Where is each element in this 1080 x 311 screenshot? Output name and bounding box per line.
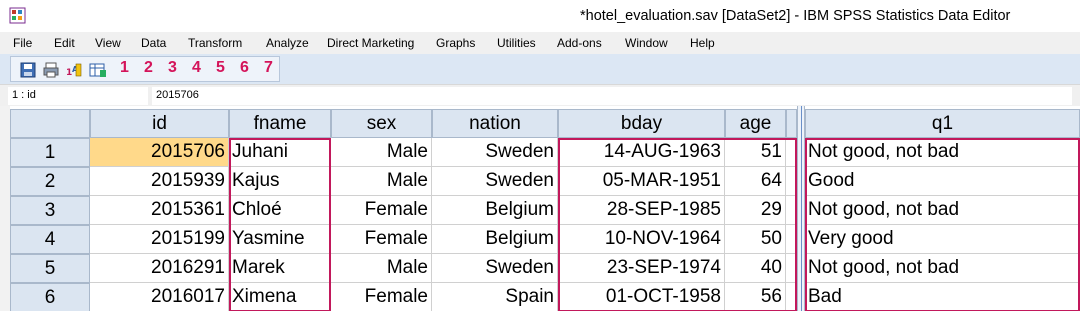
cell-fname[interactable]: Juhani (229, 138, 331, 167)
cell-id[interactable]: 2015939 (90, 167, 229, 196)
split-pane-line (801, 106, 802, 311)
cell-sex[interactable]: Male (331, 167, 432, 196)
cell-id[interactable]: 2016291 (90, 254, 229, 283)
column-header-nation[interactable]: nation (432, 109, 558, 138)
menu-analyze[interactable]: Analyze (266, 36, 309, 50)
menu-utilities[interactable]: Utilities (497, 36, 536, 50)
toolbar-number-5[interactable]: 5 (216, 59, 225, 77)
column-header-bday[interactable]: bday (558, 109, 725, 138)
menu-edit[interactable]: Edit (54, 36, 75, 50)
cell-editor-bar: 1 : id 2015706 (0, 84, 1080, 106)
toolbar-number-4[interactable]: 4 (192, 59, 201, 77)
variable-sets-icon[interactable]: 1 A (65, 61, 83, 79)
cell-bday[interactable]: 05-MAR-1951 (558, 167, 725, 196)
cell-sex[interactable]: Female (331, 196, 432, 225)
grid-gutter (0, 106, 10, 311)
cell-bday[interactable]: 10-NOV-1964 (558, 225, 725, 254)
cell-q1[interactable]: Not good, not bad (805, 196, 1080, 225)
column-header-id[interactable]: id (90, 109, 229, 138)
row-header[interactable]: 2 (10, 167, 90, 196)
cell-nation[interactable]: Spain (432, 283, 558, 311)
menu-file[interactable]: File (13, 36, 32, 50)
cell-age[interactable]: 64 (725, 167, 786, 196)
toolbar-number-1[interactable]: 1 (120, 59, 129, 77)
cell-id[interactable]: 2016017 (90, 283, 229, 311)
cell-bday[interactable]: 23-SEP-1974 (558, 254, 725, 283)
column-header-sex[interactable]: sex (331, 109, 432, 138)
window-title: *hotel_evaluation.sav [DataSet2] - IBM S… (580, 8, 1011, 24)
cell-nation[interactable]: Sweden (432, 167, 558, 196)
print-icon[interactable] (42, 61, 60, 79)
cell-blank[interactable] (786, 196, 797, 225)
row-header[interactable]: 5 (10, 254, 90, 283)
cell-bday[interactable]: 14-AUG-1963 (558, 138, 725, 167)
spss-app-icon[interactable] (9, 7, 26, 24)
grid-corner[interactable] (10, 109, 90, 138)
cell-blank[interactable] (786, 167, 797, 196)
menu-transform[interactable]: Transform (188, 36, 242, 50)
cell-sex[interactable]: Female (331, 283, 432, 311)
cell-q1[interactable]: Very good (805, 225, 1080, 254)
cell-fname[interactable]: Ximena (229, 283, 331, 311)
menu-help[interactable]: Help (690, 36, 715, 50)
cell-nation[interactable]: Belgium (432, 225, 558, 254)
cell-sex[interactable]: Female (331, 225, 432, 254)
cell-value-input[interactable]: 2015706 (152, 87, 1072, 105)
cell-nation[interactable]: Sweden (432, 254, 558, 283)
column-header-q1[interactable]: q1 (805, 109, 1080, 138)
cell-age[interactable]: 51 (725, 138, 786, 167)
cell-blank[interactable] (786, 254, 797, 283)
cell-q1[interactable]: Good (805, 167, 1080, 196)
column-header-fname[interactable]: fname (229, 109, 331, 138)
cell-blank[interactable] (786, 283, 797, 311)
cell-fname[interactable]: Yasmine (229, 225, 331, 254)
toolbar: 1 A 1 2 3 4 5 6 7 (0, 54, 1080, 84)
cell-nation[interactable]: Sweden (432, 138, 558, 167)
row-header[interactable]: 3 (10, 196, 90, 225)
cell-q1[interactable]: Bad (805, 283, 1080, 311)
cell-sex[interactable]: Male (331, 254, 432, 283)
save-icon[interactable] (19, 61, 37, 79)
column-header-age[interactable]: age (725, 109, 786, 138)
menu-add-ons[interactable]: Add-ons (557, 36, 602, 50)
cell-blank[interactable] (786, 225, 797, 254)
cell-fname[interactable]: Kajus (229, 167, 331, 196)
cell-age[interactable]: 29 (725, 196, 786, 225)
title-bar: *hotel_evaluation.sav [DataSet2] - IBM S… (0, 0, 1080, 32)
row-header[interactable]: 1 (10, 138, 90, 167)
cell-bday[interactable]: 28-SEP-1985 (558, 196, 725, 225)
cell-id[interactable]: 2015199 (90, 225, 229, 254)
cell-q1[interactable]: Not good, not bad (805, 138, 1080, 167)
cell-sex[interactable]: Male (331, 138, 432, 167)
cell-age[interactable]: 40 (725, 254, 786, 283)
cell-age[interactable]: 50 (725, 225, 786, 254)
cell-fname[interactable]: Chloé (229, 196, 331, 225)
cell-fname[interactable]: Marek (229, 254, 331, 283)
menu-bar: File Edit View Data Transform Analyze Di… (0, 32, 1080, 54)
cell-bday[interactable]: 01-OCT-1958 (558, 283, 725, 311)
menu-window[interactable]: Window (625, 36, 668, 50)
cell-nation[interactable]: Belgium (432, 196, 558, 225)
menu-direct-marketing[interactable]: Direct Marketing (327, 36, 414, 50)
cell-q1[interactable]: Not good, not bad (805, 254, 1080, 283)
menu-graphs[interactable]: Graphs (436, 36, 475, 50)
cell-reference: 1 : id (8, 87, 148, 105)
toolbar-number-6[interactable]: 6 (240, 59, 249, 77)
cell-age[interactable]: 56 (725, 283, 786, 311)
toolbar-number-3[interactable]: 3 (168, 59, 177, 77)
toolbar-number-2[interactable]: 2 (144, 59, 153, 77)
toolbar-group: 1 A 1 2 3 4 5 6 7 (10, 56, 280, 82)
data-grid: id fname sex nation bday age q1 1 201570… (0, 106, 1080, 311)
value-labels-icon[interactable] (89, 61, 107, 79)
menu-data[interactable]: Data (141, 36, 166, 50)
cell-blank[interactable] (786, 138, 797, 167)
toolbar-number-7[interactable]: 7 (264, 59, 273, 77)
cell-id[interactable]: 2015361 (90, 196, 229, 225)
row-header[interactable]: 4 (10, 225, 90, 254)
menu-view[interactable]: View (95, 36, 121, 50)
cell-id[interactable]: 2015706 (90, 138, 229, 167)
column-header-blank[interactable] (786, 109, 797, 138)
row-header[interactable]: 6 (10, 283, 90, 311)
